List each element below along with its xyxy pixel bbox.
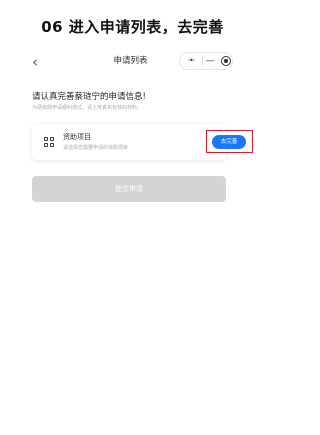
card-title: 资助项目 (63, 133, 91, 141)
minimize-icon[interactable]: — (203, 53, 217, 69)
card-subtitle: 请选择您需要申请的资助项目 (63, 145, 129, 151)
grid-icon (44, 137, 54, 147)
target-icon[interactable] (221, 56, 231, 66)
miniprogram-capsule: ·•· — (179, 52, 233, 70)
funding-project-card[interactable]: 资助项目 请选择您需要申请的资助项目 (32, 124, 226, 160)
prompt-subtitle: 为便资助申请顺利通过，请上传真实有效的材料。 (32, 105, 143, 111)
navigation-bar: ‹ 申请列表 ·•· — (28, 50, 233, 74)
more-icon[interactable]: ·•· (180, 53, 202, 69)
submit-button[interactable]: 提交申请 (32, 176, 226, 202)
complete-button[interactable]: 去完善 (212, 135, 246, 149)
prompt-title: 请认真完善蔡琏宁的申请信息! (32, 92, 146, 102)
step-title: 06 进入申请列表，去完善 (41, 18, 224, 36)
